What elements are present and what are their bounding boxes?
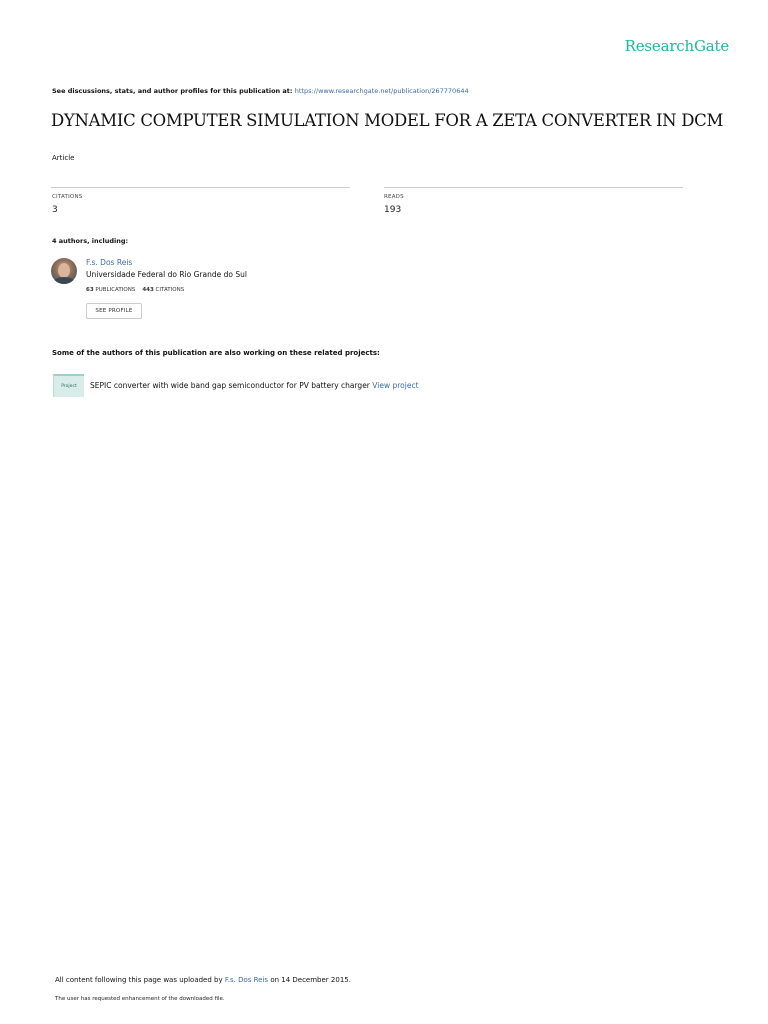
publications-label: PUBLICATIONS	[95, 287, 136, 293]
project-title: SEPIC converter with wide band gap semic…	[90, 381, 370, 390]
project-entry: SEPIC converter with wide band gap semic…	[90, 381, 419, 390]
project-icon-label: Project	[61, 384, 77, 389]
view-project-link[interactable]: View project	[372, 381, 418, 390]
author-name-link[interactable]: F.s. Dos Reis	[86, 258, 132, 267]
discussion-prefix: See discussions, stats, and author profi…	[52, 87, 293, 95]
citations-divider	[51, 187, 350, 188]
reads-value: 193	[384, 205, 402, 215]
author-metrics: 63 PUBLICATIONS 443 CITATIONS	[86, 287, 184, 293]
upload-date: on 14 December 2015.	[270, 976, 351, 984]
project-icon[interactable]: Project	[53, 374, 84, 397]
author-affiliation: Universidade Federal do Rio Grande do Su…	[86, 270, 247, 279]
reads-divider	[384, 187, 683, 188]
author-citations-label: CITATIONS	[155, 287, 185, 293]
publications-count: 63	[86, 287, 94, 293]
upload-prefix: All content following this page was uplo…	[55, 976, 223, 984]
avatar-shoulders	[53, 277, 75, 284]
uploader-link[interactable]: F.s. Dos Reis	[225, 976, 268, 984]
citations-value: 3	[52, 205, 58, 215]
avatar-face	[58, 263, 70, 278]
publication-type: Article	[52, 154, 75, 162]
upload-note: All content following this page was uplo…	[55, 976, 351, 984]
citations-label: CITATIONS	[52, 194, 83, 200]
author-citations-count: 443	[142, 287, 154, 293]
publication-url-link[interactable]: https://www.researchgate.net/publication…	[295, 87, 469, 95]
enhancement-note: The user has requested enhancement of th…	[55, 996, 225, 1002]
discussion-line: See discussions, stats, and author profi…	[52, 87, 469, 95]
publication-title: DYNAMIC COMPUTER SIMULATION MODEL FOR A …	[51, 111, 724, 130]
author-avatar[interactable]	[51, 258, 77, 284]
researchgate-logo[interactable]: ResearchGate	[625, 37, 730, 55]
see-profile-button[interactable]: SEE PROFILE	[86, 303, 142, 319]
authors-heading: 4 authors, including:	[52, 237, 129, 245]
related-projects-heading: Some of the authors of this publication …	[52, 349, 380, 357]
reads-label: READS	[384, 194, 404, 200]
